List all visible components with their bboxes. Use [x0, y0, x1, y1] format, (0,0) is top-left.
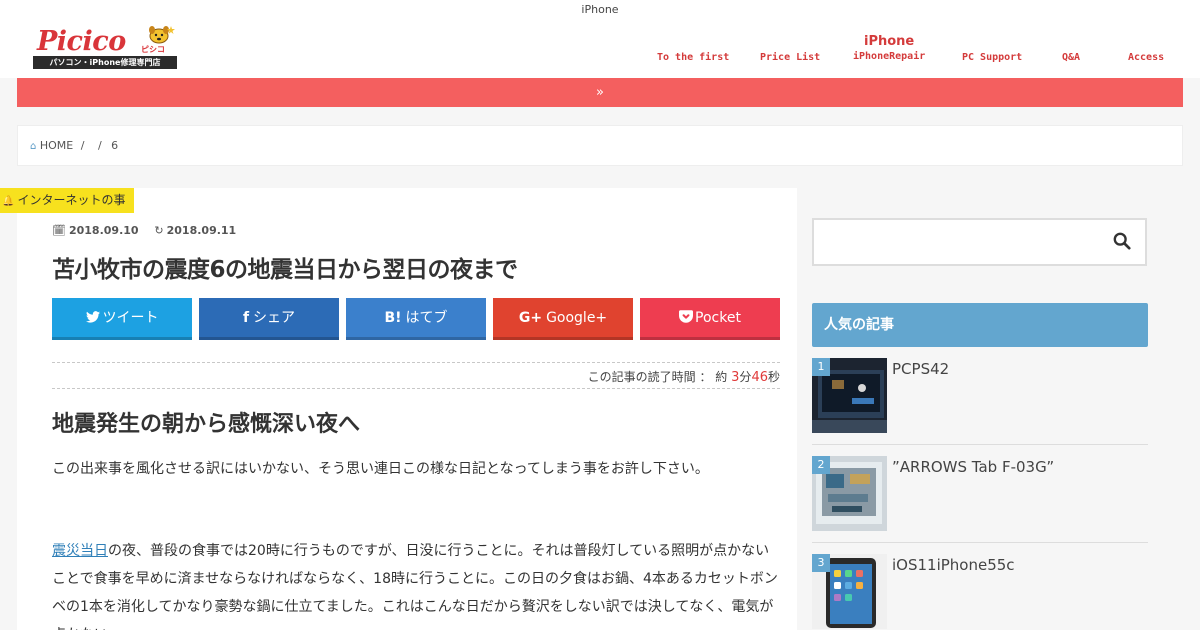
popular-item[interactable]: 1 PCPS42	[812, 358, 1148, 434]
tweet-label: ツイート	[102, 310, 159, 326]
breadcrumb-home[interactable]: HOME	[40, 139, 73, 152]
popular-thumbnail[interactable]: 1	[812, 358, 887, 433]
nav-access[interactable]: Access	[1128, 52, 1164, 63]
breadcrumb-separator: /	[97, 139, 102, 152]
read-time-sec-unit: 秒	[767, 370, 780, 384]
google-plus-label: Google+	[546, 310, 608, 326]
read-time-seconds: 46	[751, 370, 768, 385]
pocket-button[interactable]: Pocket	[640, 298, 780, 340]
popular-divider	[812, 444, 1148, 445]
site-logo[interactable]: Picico ピシコ パソコン・iPhone修理専門店	[33, 26, 178, 70]
home-icon: ⌂	[30, 141, 37, 152]
nav-pc-support[interactable]: PC Support	[962, 52, 1022, 63]
twitter-bird-icon	[85, 311, 100, 323]
section-heading: 地震発生の朝から感慨深い夜へ	[52, 412, 361, 437]
popular-thumbnail[interactable]: 2	[812, 456, 887, 531]
logo-kana: ピシコ	[141, 45, 165, 54]
category-label: インターネットの事	[17, 193, 126, 207]
hatena-label: はてブ	[405, 310, 448, 326]
divider-bottom	[52, 388, 780, 389]
nav-iphone-label: iPhone	[864, 34, 915, 49]
refresh-icon: ↻	[154, 224, 164, 237]
disaster-day-link[interactable]: 震災当日	[52, 543, 108, 559]
nav-price-list[interactable]: Price List	[760, 52, 820, 63]
breadcrumb: ⌂ HOME / / 6	[17, 125, 1183, 166]
paragraph-body-text: の夜、普段の食事では20時に行うものですが、日没に行うことに。それは普段灯してい…	[52, 543, 778, 630]
rank-badge: 1	[812, 358, 830, 376]
paragraph-intro: この出来事を風化させる訳にはいかない、そう思い連日この様な日記となってしまう事を…	[52, 461, 709, 477]
paragraph-body: 震災当日の夜、普段の食事では20時に行うものですが、日没に行うことに。それは普段…	[52, 537, 780, 630]
nav-qa[interactable]: Q&A	[1062, 52, 1080, 63]
main-nav: To the first Price List iPhone iPhoneRep…	[640, 0, 1180, 78]
rank-badge: 2	[812, 456, 830, 474]
sidebar-search[interactable]	[812, 218, 1147, 266]
read-time-prefix: この記事の読了時間 ： 約	[587, 370, 728, 384]
breadcrumb-current: 6	[111, 139, 119, 152]
logo-wordmark: Picico	[37, 26, 126, 57]
popular-divider	[812, 542, 1148, 543]
pocket-icon	[679, 310, 694, 323]
nav-to-the-first[interactable]: To the first	[657, 52, 729, 63]
facebook-share-button[interactable]: f シェア	[199, 298, 339, 340]
hatena-bookmark-button[interactable]: B! はてブ	[346, 298, 486, 340]
popular-title[interactable]: PCPS42	[892, 360, 949, 378]
calendar-icon: 🗓	[52, 224, 66, 237]
logo-tagline: パソコン・iPhone修理専門店	[33, 56, 177, 69]
article-title: 苫小牧市の震度6の地震当日から翌日の夜まで	[52, 257, 518, 283]
rank-badge: 3	[812, 554, 830, 572]
popular-thumbnail[interactable]: 3	[812, 554, 887, 629]
breadcrumb-separator: /	[80, 139, 85, 152]
notice-bar[interactable]: »	[17, 78, 1183, 107]
bell-icon: 🔔	[2, 196, 15, 207]
google-plus-button[interactable]: G+ Google+	[493, 298, 633, 340]
read-time: この記事の読了時間 ： 約 3分46秒	[588, 368, 780, 385]
published-date: 2018.09.10	[68, 224, 139, 237]
double-chevron-icon: »	[596, 85, 604, 100]
popular-item[interactable]: 2 ”ARROWS Tab F-03G”	[812, 456, 1148, 532]
popular-title[interactable]: iOS11iPhone55c	[892, 556, 1015, 574]
post-dates: 🗓 2018.09.10 ↻ 2018.09.11	[52, 224, 236, 237]
category-tag[interactable]: 🔔 インターネットの事	[0, 188, 135, 213]
facebook-icon: f	[242, 310, 250, 326]
popular-articles-heading: 人気の記事	[812, 303, 1148, 347]
search-icon[interactable]	[1113, 232, 1131, 250]
nav-iphone-repair-label: iPhoneRepair	[853, 51, 926, 62]
read-time-min-unit: 分	[739, 370, 752, 384]
popular-title[interactable]: ”ARROWS Tab F-03G”	[892, 458, 1054, 476]
google-plus-icon: G+	[518, 310, 543, 326]
divider-top	[52, 362, 780, 363]
facebook-share-label: シェア	[253, 310, 296, 326]
share-buttons: ツイート f シェア B! はてブ G+ Google+ Pocket	[52, 298, 780, 340]
hatena-icon: B!	[384, 310, 402, 326]
popular-item[interactable]: 3 iOS11iPhone55c	[812, 554, 1148, 630]
pocket-label: Pocket	[695, 310, 741, 326]
tweet-button[interactable]: ツイート	[52, 298, 192, 340]
updated-date: 2018.09.11	[166, 224, 237, 237]
dog-mascot-icon	[149, 26, 175, 44]
nav-iphone-repair[interactable]: iPhone iPhoneRepair	[853, 34, 925, 62]
site-header: iPhone Picico ピシコ パソコン・iPhone修理専門店 To th…	[0, 0, 1200, 78]
